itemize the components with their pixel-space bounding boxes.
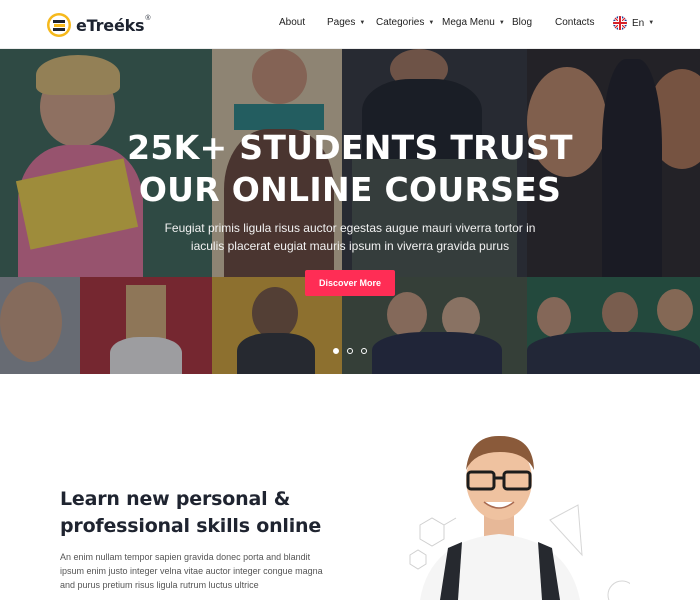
discover-more-button[interactable]: Discover More <box>305 270 395 296</box>
section-desc-line: ipsum enim justo integer velna vitae auc… <box>60 566 323 576</box>
uk-flag-icon <box>613 16 627 30</box>
language-label: En <box>632 17 645 29</box>
hero-title-line: OUR ONLINE COURSES <box>138 170 562 209</box>
hero-subtitle-line: iaculis placerat eugiat mauris ipsum in … <box>190 239 510 253</box>
slider-dot-2[interactable] <box>347 348 353 354</box>
caret-down-icon: ▼ <box>359 19 366 26</box>
hero-overlay <box>0 49 700 374</box>
nav-blog[interactable]: Blog <box>512 17 532 28</box>
nav-pages-label: Pages <box>327 17 356 28</box>
hero-title: 25K+ STUDENTS TRUST OUR ONLINE COURSES <box>0 127 700 211</box>
nav-contacts-label: Contacts <box>555 17 595 28</box>
caret-down-icon: ▼ <box>498 19 505 26</box>
nav-about[interactable]: About <box>279 17 305 28</box>
caret-down-icon: ▼ <box>648 20 655 26</box>
caret-down-icon: ▼ <box>428 19 435 26</box>
hero-title-line: 25K+ STUDENTS TRUST <box>127 128 573 167</box>
nav-contacts[interactable]: Contacts <box>555 17 594 28</box>
nav-mega-menu[interactable]: Mega Menu ▼ <box>442 17 505 28</box>
section-description: An enim nullam tempor sapien gravida don… <box>60 550 340 592</box>
section-desc-line: An enim nullam tempor sapien gravida don… <box>60 552 311 562</box>
language-selector[interactable]: En ▼ <box>613 16 654 30</box>
nav-about-label: About <box>279 17 306 28</box>
section-title-line: Learn new personal & <box>60 488 291 510</box>
slider-dots <box>333 348 367 354</box>
nav-pages[interactable]: Pages ▼ <box>327 17 365 28</box>
section-title-line: professional skills online <box>60 515 322 537</box>
main-nav: About Pages ▼ Categories ▼ Mega Menu ▼ B… <box>0 0 700 49</box>
slider-dot-1[interactable] <box>333 348 339 354</box>
hero-slider: 25K+ STUDENTS TRUST OUR ONLINE COURSES F… <box>0 49 700 374</box>
nav-categories[interactable]: Categories ▼ <box>376 17 434 28</box>
nav-categories-label: Categories <box>376 17 425 28</box>
section-desc-line: and purus pretium risus ligula rutrum lu… <box>60 580 259 590</box>
slider-dot-3[interactable] <box>361 348 367 354</box>
hero-subtitle: Feugiat primis ligula risus auctor egest… <box>0 219 700 255</box>
nav-mega-menu-label: Mega Menu <box>442 17 495 28</box>
hero-subtitle-line: Feugiat primis ligula risus auctor egest… <box>164 221 536 235</box>
site-header: eTreéks ® About Pages ▼ Categories ▼ Meg… <box>0 0 700 49</box>
nav-blog-label: Blog <box>512 17 533 28</box>
section-title: Learn new personal & professional skills… <box>60 486 380 540</box>
student-illustration <box>409 435 630 600</box>
